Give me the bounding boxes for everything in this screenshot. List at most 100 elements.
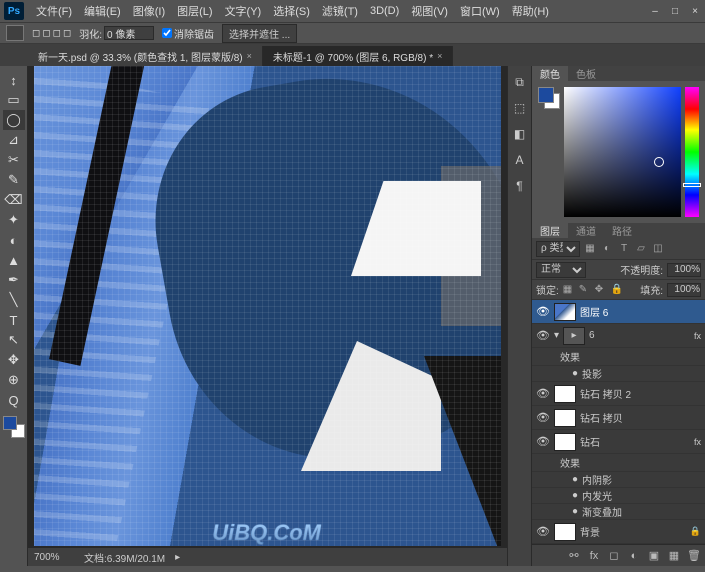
layer-thumb[interactable] <box>554 433 576 451</box>
color-field[interactable] <box>564 87 681 217</box>
layer-mask-icon[interactable]: ◻ <box>607 549 621 563</box>
zoom-tool[interactable]: ⊕ <box>3 370 25 390</box>
delete-layer-icon[interactable]: 🗑 <box>687 549 701 563</box>
blend-mode-select[interactable]: 正常 <box>536 262 586 278</box>
canvas-area[interactable]: 文档:6.39M/20.1M ▸ UiBQ.CoM <box>28 66 507 566</box>
brush-tool[interactable]: ✦ <box>3 210 25 230</box>
paragraph-icon[interactable]: ¶ <box>512 178 528 194</box>
layer-row[interactable]: 👁 ▾ ▸ 6 fx <box>532 324 705 348</box>
visibility-icon[interactable]: 👁 <box>536 329 550 342</box>
document-tab-1[interactable]: 新一天.psd @ 33.3% (颜色查找 1, 图层蒙版/8) × <box>28 46 263 66</box>
foreground-color-swatch[interactable] <box>3 416 17 430</box>
healing-tool[interactable]: ⌫ <box>3 190 25 210</box>
expand-icon[interactable]: ▾ <box>554 330 559 341</box>
lock-transparency-icon[interactable]: ▦ <box>563 284 575 296</box>
layer-effect-item[interactable]: ● 渐变叠加 <box>532 504 705 520</box>
layer-filter-type[interactable]: ρ 类型 <box>536 241 580 257</box>
subtract-selection-icon[interactable]: ◻ <box>53 28 61 39</box>
menu-type[interactable]: 文字(Y) <box>219 3 268 19</box>
add-selection-icon[interactable]: ◻ <box>42 28 50 39</box>
new-group-icon[interactable]: ▣ <box>647 549 661 563</box>
marquee-tool[interactable]: ▭ <box>3 90 25 110</box>
layer-thumb[interactable] <box>554 303 576 321</box>
menu-help[interactable]: 帮助(H) <box>506 3 555 19</box>
visibility-icon[interactable]: 👁 <box>536 525 550 538</box>
lasso-tool[interactable]: ◯ <box>3 110 25 130</box>
document-tab-2[interactable]: 未标题-1 @ 700% (图层 6, RGB/8) * × <box>263 46 453 66</box>
lock-position-icon[interactable]: ✥ <box>595 284 607 296</box>
close-tab-icon[interactable]: × <box>247 51 252 61</box>
visibility-icon[interactable]: 👁 <box>536 411 550 424</box>
filter-smart-icon[interactable]: ◫ <box>651 242 665 256</box>
quick-mask-tool[interactable]: Q <box>3 390 25 410</box>
color-swatches[interactable] <box>3 416 25 438</box>
eraser-tool[interactable]: ▲ <box>3 250 25 270</box>
crop-tool[interactable]: ✂ <box>3 150 25 170</box>
fill-input[interactable] <box>667 283 701 297</box>
mini-fg-swatch[interactable] <box>538 87 554 103</box>
layer-name[interactable]: 6 <box>589 330 595 341</box>
status-arrow-icon[interactable]: ▸ <box>175 552 180 563</box>
lock-pixels-icon[interactable]: ✎ <box>579 284 591 296</box>
hand-tool[interactable]: ✥ <box>3 350 25 370</box>
swatches-tab[interactable]: 色板 <box>568 66 604 81</box>
clone-tool[interactable]: ◐ <box>3 230 25 250</box>
layer-name[interactable]: 钻石 拷贝 2 <box>580 386 631 401</box>
layers-tab[interactable]: 图层 <box>532 223 568 238</box>
type-tool[interactable]: T <box>3 310 25 330</box>
menu-file[interactable]: 文件(F) <box>30 3 78 19</box>
layer-effect-item[interactable]: ● 内阴影 <box>532 472 705 488</box>
fx-badge[interactable]: fx <box>694 437 701 447</box>
layer-row[interactable]: 👁 钻石 拷贝 2 <box>532 382 705 406</box>
character-icon[interactable]: A <box>512 152 528 168</box>
eyedropper-tool[interactable]: ✎ <box>3 170 25 190</box>
opacity-input[interactable] <box>667 263 701 277</box>
properties-icon[interactable]: ⬚ <box>512 100 528 116</box>
layer-name[interactable]: 钻石 拷贝 <box>580 410 623 425</box>
zoom-input[interactable] <box>34 552 74 563</box>
color-cursor[interactable] <box>654 157 664 167</box>
layer-name[interactable]: 图层 6 <box>580 304 608 319</box>
menu-3d[interactable]: 3D(D) <box>364 5 405 17</box>
new-selection-icon[interactable]: ◻ <box>32 28 40 39</box>
fx-badge[interactable]: fx <box>694 331 701 341</box>
path-select-tool[interactable]: ↖ <box>3 330 25 350</box>
menu-layer[interactable]: 图层(L) <box>171 3 218 19</box>
window-minimize-button[interactable]: – <box>649 5 661 17</box>
menu-select[interactable]: 选择(S) <box>267 3 316 19</box>
new-adjustment-icon[interactable]: ◐ <box>627 549 641 563</box>
menu-filter[interactable]: 滤镜(T) <box>316 3 364 19</box>
feather-input[interactable] <box>104 26 154 40</box>
hue-cursor[interactable] <box>683 183 701 187</box>
channels-tab[interactable]: 通道 <box>568 223 604 238</box>
filter-adjust-icon[interactable]: ◐ <box>600 242 614 256</box>
visibility-icon[interactable]: 👁 <box>536 305 550 318</box>
history-icon[interactable]: ⧉ <box>512 74 528 90</box>
filter-shape-icon[interactable]: ▱ <box>634 242 648 256</box>
close-tab-icon[interactable]: × <box>437 51 442 61</box>
layer-name[interactable]: 背景 <box>580 524 600 539</box>
layer-fx-icon[interactable]: fx <box>587 549 601 563</box>
intersect-selection-icon[interactable]: ◻ <box>63 28 71 39</box>
color-panel-swatches[interactable] <box>538 87 560 109</box>
pen-tool[interactable]: ╲ <box>3 290 25 310</box>
menu-view[interactable]: 视图(V) <box>405 3 454 19</box>
window-close-button[interactable]: × <box>689 5 701 17</box>
antialias-checkbox[interactable] <box>162 28 172 38</box>
layer-effects-row[interactable]: 效果 <box>532 454 705 472</box>
layer-effect-item[interactable]: ● 内发光 <box>532 488 705 504</box>
color-tab[interactable]: 颜色 <box>532 66 568 81</box>
layer-name[interactable]: 钻石 <box>580 434 600 449</box>
menu-edit[interactable]: 编辑(E) <box>78 3 127 19</box>
select-and-mask-button[interactable]: 选择并遮住 ... <box>222 24 297 43</box>
quick-select-tool[interactable]: ⊿ <box>3 130 25 150</box>
filter-pixel-icon[interactable]: ▦ <box>583 242 597 256</box>
paths-tab[interactable]: 路径 <box>604 223 640 238</box>
group-thumb[interactable]: ▸ <box>563 327 585 345</box>
layer-thumb[interactable] <box>554 385 576 403</box>
layer-effects-row[interactable]: 效果 <box>532 348 705 366</box>
document-canvas[interactable] <box>34 66 501 546</box>
visibility-icon[interactable]: 👁 <box>536 387 550 400</box>
link-layers-icon[interactable]: ⚯ <box>567 549 581 563</box>
layer-row[interactable]: 👁 图层 6 <box>532 300 705 324</box>
